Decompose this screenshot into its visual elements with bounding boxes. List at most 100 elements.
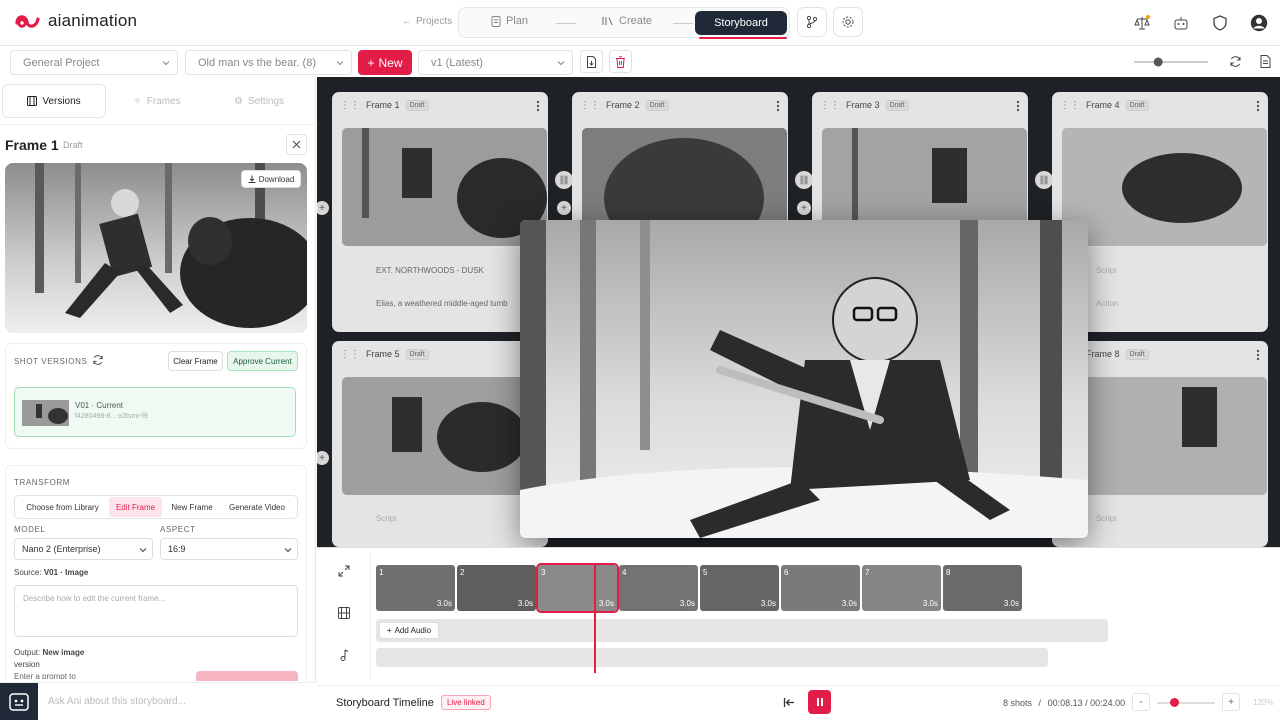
assistant-avatar[interactable] bbox=[0, 683, 38, 720]
timeline-zoom-knob[interactable] bbox=[1170, 698, 1179, 707]
timeline-shot[interactable]: 3 3.0s bbox=[536, 563, 619, 613]
tab-generate-video[interactable]: Generate Video bbox=[222, 497, 292, 517]
tab-frames[interactable]: ✧ Frames bbox=[106, 84, 208, 118]
more-vertical-icon[interactable] bbox=[776, 100, 780, 112]
drag-handle-icon[interactable]: ⋮⋮ bbox=[340, 100, 360, 111]
drag-handle-icon[interactable]: ⋮⋮ bbox=[820, 100, 840, 111]
step-create[interactable]: Create bbox=[602, 15, 652, 27]
zoom-slider[interactable] bbox=[1134, 56, 1208, 68]
pause-icon bbox=[816, 698, 823, 706]
aspect-select[interactable]: 16:9 bbox=[160, 538, 298, 560]
tab-settings[interactable]: ⚙ Settings bbox=[208, 84, 310, 118]
script-row[interactable]: Script bbox=[1062, 505, 1267, 531]
trash-icon bbox=[616, 55, 625, 68]
story-select[interactable]: Old man vs the bear. (8) bbox=[185, 50, 352, 75]
delete-button[interactable] bbox=[609, 50, 632, 73]
edit-prompt-input[interactable]: Describe how to edit the current frame..… bbox=[14, 585, 298, 637]
shield-button[interactable] bbox=[1210, 13, 1230, 33]
frame-card[interactable]: ⋮⋮ Frame 1 Draft EXT. NORTHWOODS - DUSK El… bbox=[332, 92, 548, 332]
model-select[interactable]: Nano 2 (Enterprise) bbox=[14, 538, 153, 560]
download-button[interactable]: Download bbox=[241, 170, 301, 188]
refresh-button[interactable] bbox=[1224, 50, 1247, 73]
timeline-shot[interactable]: 5 3.0s bbox=[700, 565, 779, 611]
file-export-icon bbox=[587, 55, 596, 68]
timeline-title: Storyboard Timeline bbox=[336, 697, 434, 709]
add-frame-button[interactable]: + bbox=[797, 201, 811, 215]
ask-input[interactable]: Ask Ani about this storyboard... bbox=[48, 696, 186, 707]
audio-track-toggle[interactable] bbox=[339, 649, 349, 661]
timeline-shot[interactable]: 4 3.0s bbox=[619, 565, 698, 611]
audio-track[interactable] bbox=[376, 619, 1108, 642]
apply-edit-button[interactable] bbox=[196, 671, 298, 681]
timeline-shot[interactable]: 8 3.0s bbox=[943, 565, 1022, 611]
add-frame-button[interactable]: + bbox=[317, 451, 329, 465]
zoom-slider-knob[interactable] bbox=[1153, 57, 1163, 67]
step-storyboard[interactable]: Storyboard bbox=[695, 11, 787, 35]
approve-current-button[interactable]: Approve Current bbox=[227, 351, 298, 371]
frame-image bbox=[1062, 128, 1267, 246]
source-value: V01 · Image bbox=[43, 568, 89, 577]
action-row[interactable]: Action bbox=[1062, 290, 1267, 316]
frame-card[interactable]: ⋮⋮ Frame 5 Draft Script bbox=[332, 341, 548, 547]
timeline-shot[interactable]: 1 3.0s bbox=[376, 565, 455, 611]
tab-edit-frame[interactable]: Edit Frame bbox=[109, 497, 162, 517]
add-audio-button[interactable]: + Add Audio bbox=[379, 622, 439, 639]
app-logo[interactable]: aianimation bbox=[14, 11, 137, 31]
export-button[interactable] bbox=[580, 50, 603, 73]
new-button[interactable]: + New bbox=[358, 50, 412, 75]
more-vertical-icon[interactable] bbox=[1016, 100, 1020, 112]
drag-handle-icon[interactable]: ⋮⋮ bbox=[580, 100, 600, 111]
add-frame-button[interactable]: + bbox=[557, 201, 571, 215]
shot-duration: 3.0s bbox=[517, 599, 533, 608]
document-button[interactable] bbox=[1254, 50, 1277, 73]
bot-button[interactable] bbox=[1171, 13, 1191, 33]
more-vertical-icon[interactable] bbox=[1256, 349, 1260, 361]
timeline-shot[interactable]: 2 3.0s bbox=[457, 565, 536, 611]
refresh-icon bbox=[93, 355, 103, 365]
link-frames-button[interactable]: ⛓ bbox=[555, 171, 573, 189]
step-plan[interactable]: Plan bbox=[491, 15, 528, 27]
shot-number: 6 bbox=[784, 568, 789, 577]
music-track[interactable] bbox=[376, 648, 1048, 667]
timeline-shot[interactable]: 6 3.0s bbox=[781, 565, 860, 611]
version-card[interactable]: V01 · Current f4280498-8...-x2tsmr-f9 bbox=[14, 387, 296, 437]
timeline-zoom-out-button[interactable]: - bbox=[1132, 693, 1150, 711]
drag-handle-icon[interactable]: ⋮⋮ bbox=[1060, 100, 1080, 111]
user-avatar-button[interactable] bbox=[1249, 13, 1269, 33]
timeline-zoom-slider[interactable] bbox=[1157, 702, 1215, 704]
scale-button[interactable] bbox=[1132, 13, 1152, 33]
tab-choose-library[interactable]: Choose from Library bbox=[16, 497, 109, 517]
link-frames-button[interactable]: ⛓ bbox=[1035, 171, 1053, 189]
link-icon: ⛓ bbox=[798, 174, 810, 185]
close-button[interactable] bbox=[286, 134, 307, 155]
tab-new-frame[interactable]: New Frame bbox=[164, 497, 220, 517]
script-row[interactable]: Script bbox=[1062, 257, 1267, 283]
expand-button[interactable] bbox=[338, 565, 350, 577]
action-row[interactable]: Elias, a weathered middle-aged lumb bbox=[342, 290, 547, 316]
version-select[interactable]: v1 (Latest) bbox=[418, 50, 573, 75]
video-track-toggle[interactable] bbox=[338, 607, 350, 619]
timecode: 00:08.13 / 00:24.00 bbox=[1047, 698, 1126, 708]
playhead[interactable] bbox=[594, 565, 596, 673]
clear-frame-button[interactable]: Clear Frame bbox=[168, 351, 223, 371]
expand-icon bbox=[338, 565, 350, 577]
skip-to-start-button[interactable] bbox=[779, 692, 799, 712]
branch-button[interactable] bbox=[797, 7, 827, 37]
link-frames-button[interactable]: ⛓ bbox=[795, 171, 813, 189]
more-vertical-icon[interactable] bbox=[1256, 100, 1260, 112]
projects-link[interactable]: ← Projects bbox=[402, 16, 452, 27]
shot-versions-card: SHOT VERSIONS Clear Frame Approve Curren… bbox=[5, 343, 307, 449]
settings-button[interactable] bbox=[833, 7, 863, 37]
more-vertical-icon[interactable] bbox=[536, 100, 540, 112]
refresh-versions-button[interactable] bbox=[92, 354, 104, 366]
script-row[interactable]: Script bbox=[342, 505, 547, 531]
timeline-zoom-in-button[interactable]: + bbox=[1222, 693, 1240, 711]
tab-versions[interactable]: Versions bbox=[2, 84, 106, 118]
project-select[interactable]: General Project bbox=[10, 50, 178, 75]
timeline-shot[interactable]: 7 3.0s bbox=[862, 565, 941, 611]
pause-button[interactable] bbox=[808, 690, 831, 714]
drag-handle-icon[interactable]: ⋮⋮ bbox=[340, 349, 360, 360]
scene-heading-row[interactable]: EXT. NORTHWOODS - DUSK bbox=[342, 257, 547, 283]
add-frame-button[interactable]: + bbox=[317, 201, 329, 215]
shot-duration: 3.0s bbox=[841, 599, 857, 608]
